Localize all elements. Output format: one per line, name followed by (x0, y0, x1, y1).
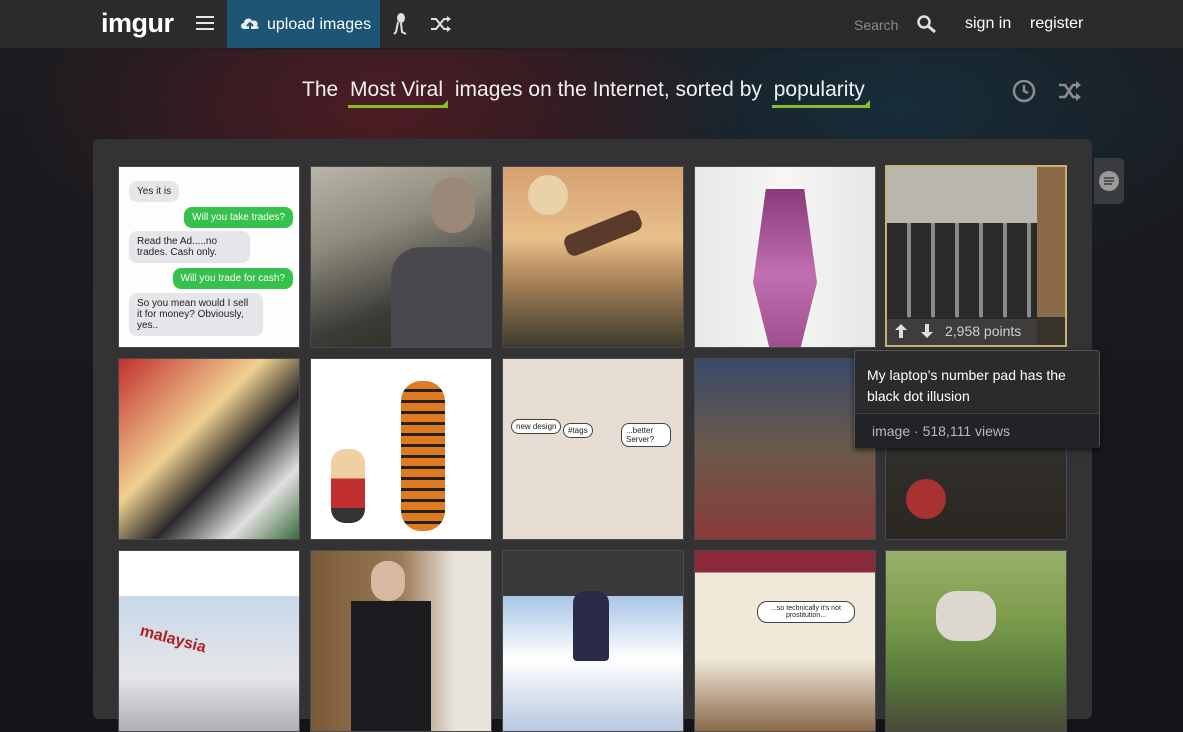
upload-images-button[interactable]: upload images (227, 0, 380, 48)
gallery-thumb-purple-tie-knot[interactable] (694, 166, 876, 348)
airplane-livery-text: malaysia (138, 622, 208, 657)
gallery-thumb-spaceship-sunset[interactable] (502, 166, 684, 348)
speech-bubble: ...so technically it's not prostitution.… (757, 601, 855, 623)
tooltip-views: image · 518,111 views (872, 423, 1010, 439)
meme-generator-icon[interactable] (392, 12, 408, 36)
speech-bubble: #tags (563, 423, 593, 438)
gallery-thumb-community-screenshot[interactable] (694, 358, 876, 540)
tie-shape (753, 189, 817, 347)
random-shuffle-icon[interactable] (430, 15, 452, 33)
sort-dropdown[interactable]: popularity (771, 78, 870, 108)
register-link[interactable]: register (1030, 15, 1083, 33)
imgur-logo[interactable]: imgur (101, 8, 174, 39)
random-mode-icon[interactable] (1058, 81, 1082, 101)
shirt-shape (391, 247, 491, 347)
gallery-thumb-guy-selfie[interactable] (310, 166, 492, 348)
gallery-thumb-calvin-hobbes[interactable] (310, 358, 492, 540)
gallery-thumb-laptop-numpad[interactable]: 2,958 points (885, 165, 1067, 347)
calvin-shape (331, 449, 365, 523)
sign-in-link[interactable]: sign in (965, 15, 1011, 33)
hobbes-shape (401, 381, 445, 531)
image-hover-tooltip: My laptop's number pad has the black dot… (854, 350, 1100, 448)
comment-bubble-icon (1099, 171, 1119, 191)
gallery-thumb-airplane-post[interactable]: malaysia (118, 550, 300, 732)
chat-bubble: Read the Ad.....no trades. Cash only. (129, 231, 250, 263)
headline-prefix: The (302, 78, 339, 101)
face-shape (431, 177, 475, 233)
speech-bubble: new design (511, 419, 562, 434)
downvote-arrow-icon[interactable] (921, 324, 933, 338)
search-icon[interactable] (916, 14, 938, 34)
gallery-thumb-family-guy-comic[interactable]: ...so technically it's not prostitution.… (694, 550, 876, 732)
gallery-thumb-batman-comic[interactable] (502, 550, 684, 732)
comments-side-tab[interactable] (1094, 158, 1124, 204)
gallery-headline: The Most Viral images on the Internet, s… (302, 78, 871, 108)
can-shape (906, 479, 946, 519)
cloud-upload-icon (241, 18, 259, 32)
gallery-thumb-comic-harley[interactable] (118, 358, 300, 540)
batman-shape (573, 591, 609, 661)
top-navigation-bar: imgur upload images sign in register (0, 0, 1183, 49)
shorts-shape (936, 591, 996, 641)
chat-bubble: Will you trade for cash? (172, 268, 293, 289)
headline-middle: images on the Internet, sorted by (454, 78, 762, 101)
gallery-thumb-chat-screenshot[interactable]: Yes it is Will you take trades? Read the… (118, 166, 300, 348)
keyboard-shape (887, 223, 1037, 319)
upvote-arrow-icon[interactable] (895, 324, 907, 338)
vote-bar: 2,958 points (887, 317, 1065, 345)
speech-bubble: ...better Server? (621, 423, 671, 447)
chat-bubble: Will you take trades? (184, 207, 293, 228)
spaceship-shape (561, 207, 645, 259)
gallery-thumb-muddy-walker[interactable] (885, 550, 1067, 732)
planet-shape (528, 175, 568, 215)
face-shape (371, 561, 405, 601)
gallery-thumb-veteran-salute[interactable] (310, 550, 492, 732)
tooltip-title: My laptop's number pad has the black dot… (867, 367, 1066, 404)
section-dropdown[interactable]: Most Viral (348, 78, 448, 108)
gallery-thumb-boardroom-meme[interactable]: new design #tags ...better Server? (502, 358, 684, 540)
hamburger-menu-icon[interactable] (196, 16, 214, 30)
time-sort-clock-icon[interactable] (1012, 79, 1036, 103)
tooltip-meta: image · 518,111 views (855, 413, 1099, 448)
chat-bubble: Yes it is (129, 181, 180, 202)
upload-images-label: upload images (267, 16, 372, 33)
points-count: 2,958 points (945, 323, 1022, 339)
chat-bubble: So you mean would I sell it for money? O… (129, 293, 263, 336)
uniform-shape (351, 601, 431, 731)
search-input[interactable] (852, 14, 914, 36)
